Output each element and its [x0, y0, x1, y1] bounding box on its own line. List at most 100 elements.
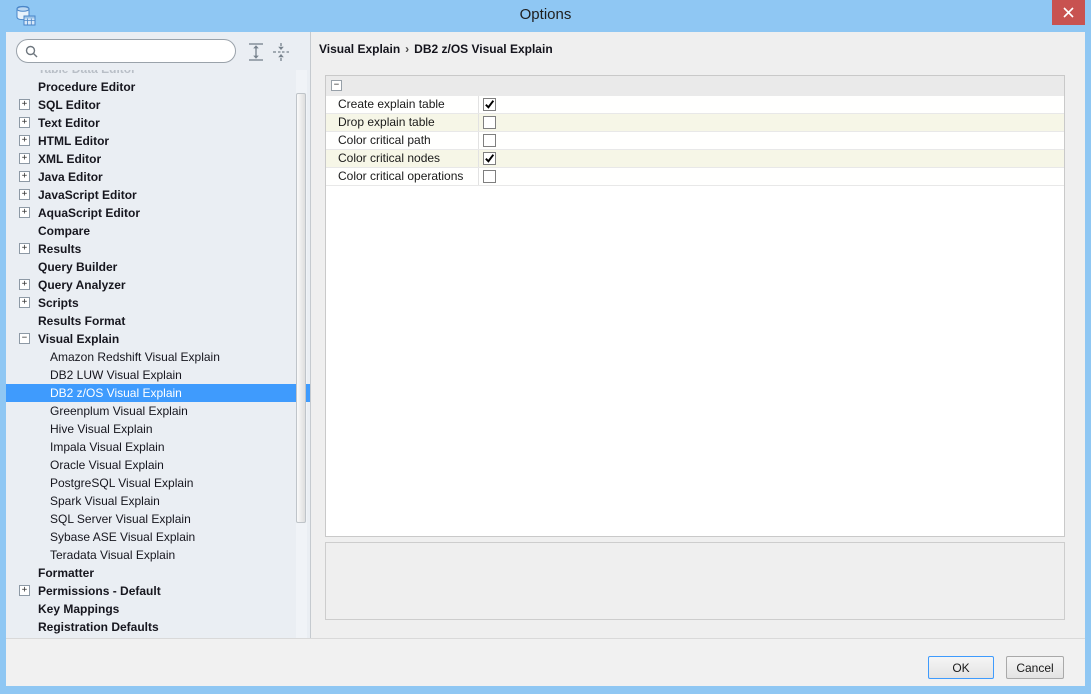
sidebar-item-table-data-editor[interactable]: Table Data Editor — [6, 70, 310, 78]
expand-toggle-icon[interactable]: + — [19, 117, 30, 128]
sidebar-item-label: SQL Editor — [38, 98, 101, 112]
sidebar-item-sybase-ase-visual-explain[interactable]: Sybase ASE Visual Explain — [6, 528, 310, 546]
sidebar-item-label: Table Data Editor — [38, 70, 136, 76]
sidebar-item-db2-z-os-visual-explain[interactable]: DB2 z/OS Visual Explain — [6, 384, 310, 402]
sidebar-item-teradata-visual-explain[interactable]: Teradata Visual Explain — [6, 546, 310, 564]
expand-toggle-icon[interactable]: + — [19, 171, 30, 182]
option-label: Drop explain table — [326, 114, 479, 131]
sidebar: Table Data Editor Procedure Editor + SQL Ed… — [6, 32, 311, 638]
sidebar-item-label: XML Editor — [38, 152, 102, 166]
option-row: Create explain table — [326, 96, 1064, 114]
search-row — [6, 32, 310, 70]
sidebar-item-query-analyzer[interactable]: + Query Analyzer — [6, 276, 310, 294]
option-row: Color critical path — [326, 132, 1064, 150]
close-button[interactable] — [1052, 0, 1085, 25]
sidebar-item-aquascript-editor[interactable]: + AquaScript Editor — [6, 204, 310, 222]
sidebar-item-label: Oracle Visual Explain — [50, 458, 164, 472]
titlebar: Options — [0, 0, 1091, 32]
option-value-cell — [479, 150, 1064, 167]
sidebar-item-key-mappings[interactable]: Key Mappings — [6, 600, 310, 618]
sidebar-item-java-editor[interactable]: + Java Editor — [6, 168, 310, 186]
sidebar-item-label: Compare — [38, 224, 91, 238]
sidebar-item-label: DB2 LUW Visual Explain — [50, 368, 182, 382]
expand-toggle-icon[interactable]: + — [19, 189, 30, 200]
expand-all-button[interactable] — [246, 42, 266, 62]
sidebar-item-postgresql-visual-explain[interactable]: PostgreSQL Visual Explain — [6, 474, 310, 492]
expand-toggle-icon[interactable]: + — [19, 135, 30, 146]
collapse-all-icon — [273, 43, 289, 61]
main-area: Table Data Editor Procedure Editor + SQL Ed… — [6, 32, 1085, 638]
option-row: Color critical nodes — [326, 150, 1064, 168]
ok-button[interactable]: OK — [928, 656, 994, 679]
sidebar-item-impala-visual-explain[interactable]: Impala Visual Explain — [6, 438, 310, 456]
sidebar-item-procedure-editor[interactable]: Procedure Editor — [6, 78, 310, 96]
sidebar-item-visual-explain[interactable]: − Visual Explain — [6, 330, 310, 348]
collapse-all-button[interactable] — [271, 42, 291, 62]
sidebar-item-label: Formatter — [38, 566, 95, 580]
sidebar-item-greenplum-visual-explain[interactable]: Greenplum Visual Explain — [6, 402, 310, 420]
sidebar-item-label: PostgreSQL Visual Explain — [50, 476, 194, 490]
collapse-toggle-icon[interactable]: − — [19, 333, 30, 344]
expand-toggle-icon[interactable]: + — [19, 153, 30, 164]
expand-toggle-icon[interactable]: + — [19, 279, 30, 290]
expand-toggle-icon[interactable]: + — [19, 99, 30, 110]
checkbox-unchecked[interactable] — [483, 170, 496, 183]
sidebar-item-label: Procedure Editor — [38, 80, 136, 94]
sidebar-item-label: DB2 z/OS Visual Explain — [50, 386, 182, 400]
option-value-cell — [479, 168, 1064, 185]
option-label: Create explain table — [326, 96, 479, 113]
group-collapse-toggle-icon[interactable]: − — [331, 80, 342, 91]
breadcrumb-separator: › — [405, 42, 410, 56]
checkbox-checked[interactable] — [483, 98, 496, 111]
checkbox-unchecked[interactable] — [483, 116, 496, 129]
sidebar-item-permissions-default[interactable]: + Permissions - Default — [6, 582, 310, 600]
checkbox-checked[interactable] — [483, 152, 496, 165]
expand-toggle-icon[interactable]: + — [19, 243, 30, 254]
description-box — [325, 542, 1065, 620]
sidebar-item-label: Teradata Visual Explain — [50, 548, 176, 562]
checkbox-unchecked[interactable] — [483, 134, 496, 147]
group-header: − — [326, 76, 1064, 96]
sidebar-item-query-builder[interactable]: Query Builder — [6, 258, 310, 276]
sidebar-item-spark-visual-explain[interactable]: Spark Visual Explain — [6, 492, 310, 510]
sidebar-item-label: AquaScript Editor — [38, 206, 141, 220]
sidebar-item-label: Spark Visual Explain — [50, 494, 160, 508]
breadcrumb-parent[interactable]: Visual Explain — [319, 42, 400, 56]
tree-scrollbar-thumb[interactable] — [296, 93, 306, 523]
sidebar-item-oracle-visual-explain[interactable]: Oracle Visual Explain — [6, 456, 310, 474]
sidebar-item-hive-visual-explain[interactable]: Hive Visual Explain — [6, 420, 310, 438]
expand-toggle-icon[interactable]: + — [19, 207, 30, 218]
option-label: Color critical nodes — [326, 150, 479, 167]
sidebar-item-results-format[interactable]: Results Format — [6, 312, 310, 330]
sidebar-item-label: Registration Defaults — [38, 620, 159, 634]
sidebar-item-compare[interactable]: Compare — [6, 222, 310, 240]
options-rows: Create explain table Drop explain table Co… — [326, 96, 1064, 186]
options-window: Options Table Data Editor Procedure Edito… — [0, 0, 1091, 694]
option-label: Color critical path — [326, 132, 479, 149]
sidebar-item-registration-defaults[interactable]: Registration Defaults — [6, 618, 310, 636]
window-title: Options — [519, 6, 572, 23]
search-icon — [25, 45, 38, 57]
search-input[interactable] — [43, 44, 227, 58]
sidebar-item-scripts[interactable]: + Scripts — [6, 294, 310, 312]
sidebar-item-amazon-redshift-visual-explain[interactable]: Amazon Redshift Visual Explain — [6, 348, 310, 366]
sidebar-item-sql-server-visual-explain[interactable]: SQL Server Visual Explain — [6, 510, 310, 528]
sidebar-item-text-editor[interactable]: + Text Editor — [6, 114, 310, 132]
sidebar-item-results[interactable]: + Results — [6, 240, 310, 258]
sidebar-item-html-editor[interactable]: + HTML Editor — [6, 132, 310, 150]
sidebar-item-sql-editor[interactable]: + SQL Editor — [6, 96, 310, 114]
sidebar-item-formatter[interactable]: Formatter — [6, 564, 310, 582]
sidebar-item-xml-editor[interactable]: + XML Editor — [6, 150, 310, 168]
footer: OK Cancel — [6, 638, 1085, 686]
cancel-button[interactable]: Cancel — [1006, 656, 1064, 679]
expand-all-icon — [249, 43, 263, 61]
sidebar-item-label: Sybase ASE Visual Explain — [50, 530, 196, 544]
expand-toggle-icon[interactable]: + — [19, 585, 30, 596]
dialog-body: Table Data Editor Procedure Editor + SQL Ed… — [6, 32, 1085, 686]
sidebar-item-javascript-editor[interactable]: + JavaScript Editor — [6, 186, 310, 204]
expand-toggle-icon[interactable]: + — [19, 297, 30, 308]
option-row: Drop explain table — [326, 114, 1064, 132]
option-value-cell — [479, 132, 1064, 149]
search-box[interactable] — [16, 39, 236, 63]
sidebar-item-db2-luw-visual-explain[interactable]: DB2 LUW Visual Explain — [6, 366, 310, 384]
